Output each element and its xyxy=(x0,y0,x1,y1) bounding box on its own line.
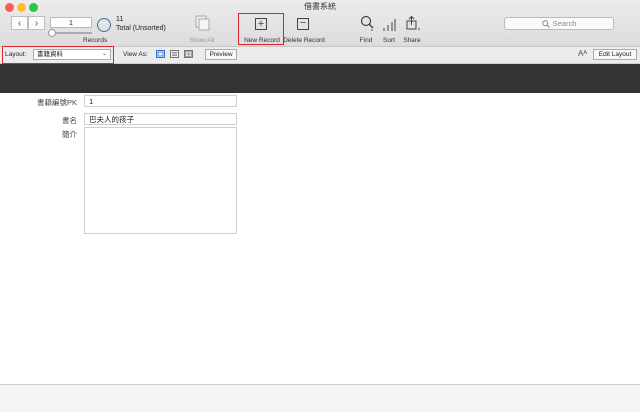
chevron-down-icon: ⌄ xyxy=(101,51,107,57)
window-title: 借書系統 xyxy=(304,2,336,11)
status-bar xyxy=(0,384,640,412)
chevron-left-icon: ‹ xyxy=(17,17,22,29)
layout-select-value: 書籍資料 xyxy=(37,51,63,58)
record-slider-knob[interactable] xyxy=(48,29,56,37)
layout-header-band xyxy=(0,64,640,93)
field-label-title: 書名 xyxy=(62,116,77,125)
show-all-icon[interactable] xyxy=(193,15,211,31)
show-all-button[interactable]: Show All xyxy=(186,37,218,44)
find-button[interactable]: Find xyxy=(356,37,376,44)
share-icon[interactable] xyxy=(405,15,421,30)
table-view-icon xyxy=(185,51,192,57)
font-size-icon[interactable]: Aᴬ xyxy=(578,49,587,58)
sort-button[interactable]: Sort xyxy=(381,37,397,44)
found-set-pie-icon xyxy=(97,18,111,32)
book-id-field[interactable]: 1 xyxy=(84,95,237,107)
layout-label: Layout: xyxy=(5,51,27,58)
record-slider-track[interactable] xyxy=(50,32,92,34)
view-as-form-button[interactable] xyxy=(156,50,165,58)
delete-record-button[interactable]: Delete Record xyxy=(283,37,325,44)
previous-record-button[interactable]: ‹ xyxy=(11,16,28,30)
chevron-right-icon: › xyxy=(34,17,39,29)
new-record-button[interactable]: New Record xyxy=(240,37,284,44)
current-record-field[interactable]: 1 xyxy=(50,17,92,28)
view-as-list-button[interactable] xyxy=(170,50,179,58)
view-as-table-button[interactable] xyxy=(184,50,193,58)
edit-layout-button[interactable]: Edit Layout xyxy=(593,49,637,60)
summary-field[interactable] xyxy=(84,127,237,234)
preview-button[interactable]: Preview xyxy=(205,49,237,60)
share-button[interactable]: Share xyxy=(402,37,422,44)
form-view-icon xyxy=(157,51,164,57)
search-icon xyxy=(541,19,550,28)
magnifier-icon[interactable] xyxy=(360,15,374,31)
field-label-book-id: 書籍編號PK xyxy=(36,98,77,107)
sort-bars-icon[interactable] xyxy=(382,18,396,31)
plus-square-icon[interactable]: + xyxy=(255,18,267,30)
search-placeholder: Search xyxy=(552,19,577,28)
records-label: Records xyxy=(83,37,108,44)
list-view-icon xyxy=(172,52,177,56)
field-label-summary: 簡介 xyxy=(62,130,77,139)
layout-select[interactable]: 書籍資料 ⌄ xyxy=(33,49,111,60)
search-input[interactable]: Search xyxy=(504,17,614,30)
next-record-button[interactable]: › xyxy=(28,16,45,30)
title-field[interactable]: 巴夫人的孩子 xyxy=(84,113,237,125)
view-as-label: View As: xyxy=(123,51,148,58)
minus-square-icon[interactable]: − xyxy=(297,18,309,30)
record-count: 11 xyxy=(116,16,124,23)
found-status: Total (Unsorted) xyxy=(116,25,166,32)
